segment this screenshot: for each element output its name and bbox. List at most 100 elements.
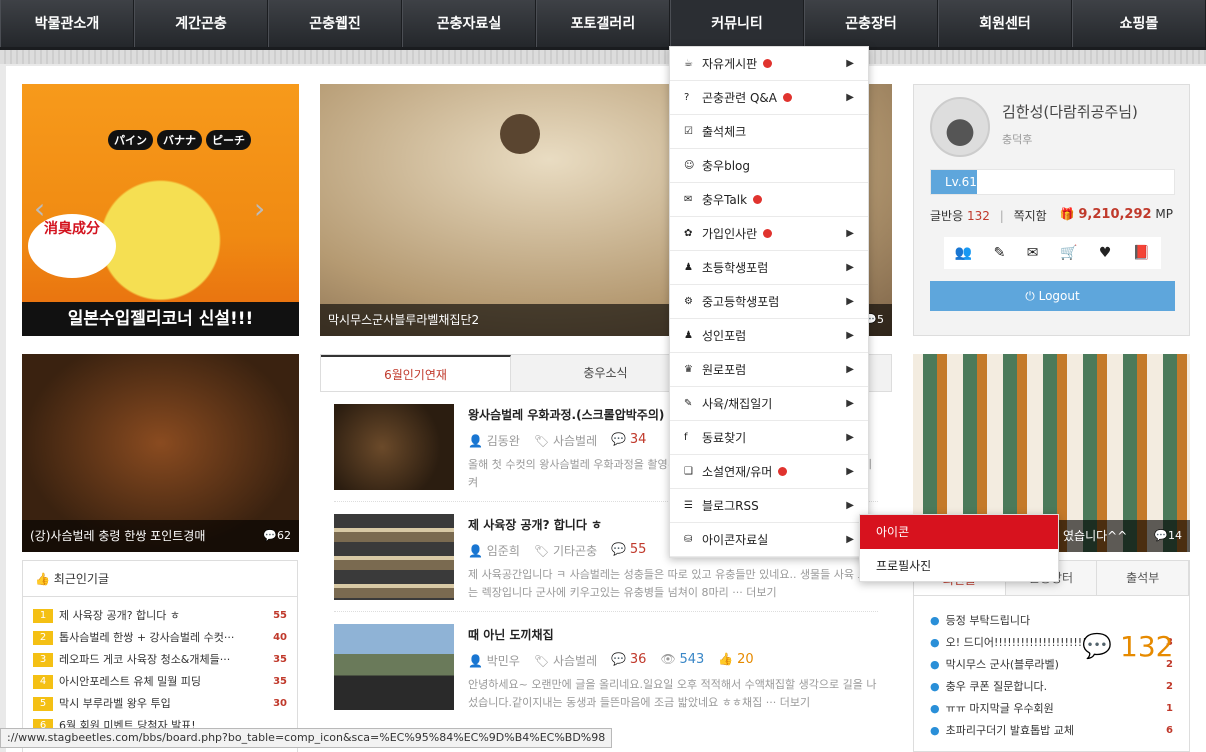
dropdown-item[interactable]: ♟ 초등학생포럼 ▶ (670, 251, 868, 285)
tile-caption: (강)사슴벌레 충령 한쌍 포인트경매 (22, 520, 299, 552)
post-thumbnail[interactable] (334, 624, 454, 710)
post-title[interactable]: 왕사슴벌레 우화과정.(스크롤압박주의) (468, 406, 664, 423)
dropdown-item[interactable]: ✿ 가입인사란 ▶ (670, 217, 868, 251)
nav-community[interactable]: 커뮤니티 (670, 0, 804, 47)
dropdown-item[interactable]: ✉ 충우Talk (670, 183, 868, 217)
user-name[interactable]: 김한성(다람쥐공주님) (1002, 101, 1138, 122)
menu-item-label: 사육/채집일기 (702, 397, 773, 411)
cart-icon[interactable]: 🛒 (1060, 245, 1077, 261)
menu-item-label: 성인포럼 (702, 329, 747, 343)
popular-list: 1제 사육장 공개? 합니다 ㅎ 55 2 톱사슴벌레 한쌍 + 강사슴벌레 수컷·… (23, 597, 297, 745)
memo-link[interactable]: 쪽지함 (1014, 209, 1047, 223)
post-meta: 👤 박민우 🏷 사슴벌레 💬 36 👁 543 👍 20 (468, 652, 754, 669)
menu-item-label: 동료찾기 (702, 431, 747, 445)
list-item[interactable]: 때 아닌 도끼채집 👤 박민우 🏷 사슴벌레 💬 36 👁 543 👍 20 안… (334, 612, 878, 722)
list-item[interactable]: 4 아시안포레스트 유체 밀월 피딩 35 (33, 671, 287, 693)
dropdown-item[interactable]: ? 곤충관련 Q&A ▶ (670, 81, 868, 115)
dropdown-item[interactable]: ❑ 소설연재/유머 ▶ (670, 455, 868, 489)
list-item[interactable]: 2 톱사슴벌레 한쌍 + 강사슴벌레 수컷··· 40 (33, 627, 287, 649)
posts-count[interactable]: 132 (967, 209, 990, 223)
menu-item-label: 곤충관련 Q&A (702, 91, 777, 105)
dropdown-item[interactable]: ♟ 성인포럼 ▶ (670, 319, 868, 353)
post-title[interactable]: 제 사육장 공개? 합니다 ㅎ (468, 516, 602, 533)
category: 🏷 사슴벌레 (533, 434, 598, 448)
inbox-icon[interactable]: ✉ (1027, 245, 1039, 261)
profile-box: 김한성(다람쥐공주님) 충덕후 Lv.61 글반응 132 | 쪽지함 🎁 9,… (913, 84, 1190, 336)
menu-item-label: 원로포럼 (702, 363, 747, 377)
level-bar: Lv.61 (930, 169, 1175, 195)
comment-icon: ● (930, 724, 940, 737)
views: 👁 543 (660, 652, 705, 667)
list-item[interactable]: ● 등정 부탁드립니다 (930, 610, 1173, 632)
popular-posts: 👍 최근인기글 1제 사육장 공개? 합니다 ㅎ 55 2 톱사슴벌레 한쌍 + 강… (22, 560, 298, 752)
nav-shop[interactable]: 쇼핑몰 (1072, 0, 1206, 47)
tile-banner-text: 일본수입젤리코너 신설!!! (22, 302, 299, 336)
menu-item-label: 충우Talk (702, 193, 748, 207)
gift-icon: 🎁 (1059, 207, 1075, 221)
heart-icon[interactable]: ♥ (1099, 245, 1112, 261)
nav-museum[interactable]: 박물관소개 (0, 0, 134, 47)
dropdown-item[interactable]: ♛ 원로포럼 ▶ (670, 353, 868, 387)
dropdown-item[interactable]: ☑ 출석체크 (670, 115, 868, 149)
browser-status-bar: ://www.stagbeetles.com/bbs/board.php?bo_… (0, 728, 613, 748)
comments: 💬 55 (611, 542, 647, 557)
list-item[interactable]: ● ㅠㅠ 마지막글 우수회원 1 (930, 698, 1173, 720)
author: 👤 김동완 (468, 434, 520, 448)
nav-quarterly[interactable]: 계간곤충 (134, 0, 268, 47)
friends-icon[interactable]: 👥 (955, 245, 972, 261)
chevron-right-icon: ▶ (846, 296, 854, 307)
nav-market[interactable]: 곤충장터 (804, 0, 938, 47)
list-item[interactable]: 1제 사육장 공개? 합니다 ㅎ 55 (33, 605, 287, 627)
dropdown-item[interactable]: ☰ 블로그RSS ▶ (670, 489, 868, 523)
top-nav: 박물관소개 계간곤충 곤충웹진 곤충자료실 포토갤러리 커뮤니티 곤충장터 회원… (0, 0, 1206, 50)
chevron-left-icon[interactable]: ‹ (34, 194, 54, 224)
post-excerpt: 안녕하세요~ 오랜만에 글을 올리네요.일요일 오후 적적해서 수액채집할 생각… (468, 678, 877, 709)
menu-item-icon: ♛ (684, 364, 693, 375)
list-item[interactable]: 3 레오파드 게코 사육장 청소&개체들··· 35 (33, 649, 287, 671)
nav-member-center[interactable]: 회원센터 (938, 0, 1072, 47)
posts-label[interactable]: 글반응 (930, 209, 963, 223)
nav-archive[interactable]: 곤충자료실 (402, 0, 536, 47)
dropdown-item[interactable]: ☺ 충우blog (670, 149, 868, 183)
tile-jelly-banner[interactable]: パイン バナナ ピーチ 消臭成分 ‹ › 일본수입젤리코너 신설!!! (22, 84, 299, 336)
menu-item-icon: ☕ (684, 58, 693, 69)
pencil-icon[interactable]: ✎ (994, 245, 1006, 261)
separator: | (999, 209, 1004, 223)
chevron-right-icon[interactable]: › (254, 194, 274, 224)
tab-june-popular[interactable]: 6월인기연재 (321, 355, 511, 391)
comments: 💬 36 (611, 652, 647, 667)
dropdown-item[interactable]: ✎ 사육/채집일기 ▶ (670, 387, 868, 421)
post-thumbnail[interactable] (334, 404, 454, 490)
comment-icon: ● (930, 614, 940, 627)
book-icon[interactable]: 📕 (1133, 245, 1150, 261)
chevron-right-icon: ▶ (846, 398, 854, 409)
logout-button[interactable]: ⏻ Logout (930, 281, 1175, 311)
dropdown-item[interactable]: ☕ 자유게시판 ▶ (670, 47, 868, 81)
submenu-profile-photo[interactable]: 프로필사진 (860, 549, 1058, 583)
dropdown-item[interactable]: f 동료찾기 ▶ (670, 421, 868, 455)
post-thumbnail[interactable] (334, 514, 454, 600)
dropdown-item[interactable]: ⚙ 중고등학생포럼 ▶ (670, 285, 868, 319)
chat-bubble-icon[interactable]: 💬 (1082, 632, 1112, 660)
dropdown-item[interactable]: ⛁ 아이콘자료실 ▶ (670, 523, 868, 557)
nav-photo-gallery[interactable]: 포토갤러리 (536, 0, 670, 47)
tile-auction[interactable]: (강)사슴벌레 충령 한쌍 포인트경매 💬62 (22, 354, 299, 552)
points-value: 9,210,292 (1078, 207, 1152, 222)
chevron-right-icon: ▶ (846, 92, 854, 103)
thumbs-up-icon: 👍 (35, 572, 50, 586)
list-item[interactable]: ● 충우 쿠폰 질문합니다. 2 (930, 676, 1173, 698)
post-excerpt: 제 사육공간입니다 ㅋ 사슴벌레는 성충들은 따로 있고 유충들만 있네요.. … (468, 568, 878, 599)
post-title[interactable]: 때 아닌 도끼채집 (468, 626, 554, 643)
submenu-icon[interactable]: 아이콘 (860, 515, 1058, 549)
chat-count[interactable]: 132 (1120, 630, 1173, 663)
list-item[interactable]: ● 초파리구더기 발효톱밥 교체 6 (930, 720, 1173, 742)
menu-item-icon: ⛁ (684, 534, 693, 545)
chevron-right-icon: ▶ (846, 262, 854, 273)
chevron-right-icon: ▶ (846, 534, 854, 545)
nav-webzine[interactable]: 곤충웹진 (268, 0, 402, 47)
tab-attendance[interactable]: 출석부 (1097, 561, 1190, 595)
power-icon: ⏻ (1025, 289, 1035, 303)
avatar[interactable] (930, 97, 990, 157)
menu-item-label: 초등학생포럼 (702, 261, 769, 275)
list-item[interactable]: 5 막시 부루라벨 왕우 투입 30 (33, 693, 287, 715)
